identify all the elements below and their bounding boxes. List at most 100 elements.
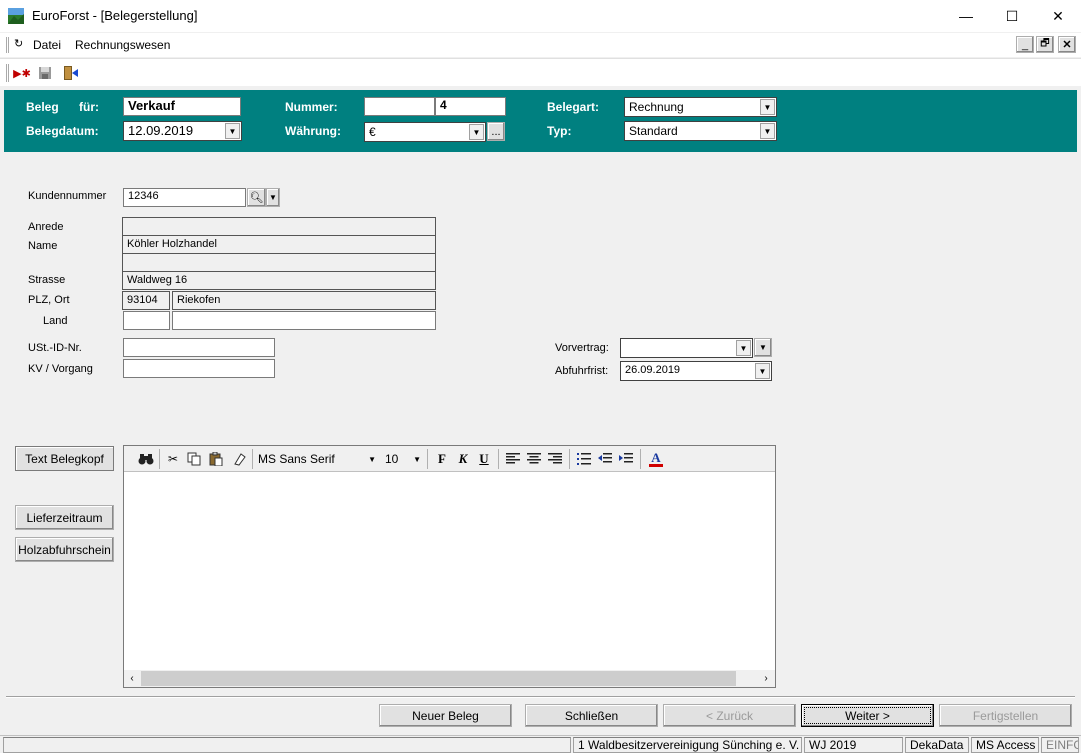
ust-id-label: USt.-ID-Nr. xyxy=(28,342,82,354)
kv-vorgang-field[interactable] xyxy=(123,359,275,378)
outdent-icon[interactable] xyxy=(596,450,614,468)
plz-ort-label: PLZ, Ort xyxy=(28,294,70,306)
belegart-select[interactable]: Rechnung ▼ xyxy=(624,97,777,117)
font-size-select[interactable]: 10 ▼ xyxy=(385,450,423,468)
vorvertrag-dropdown-button[interactable]: ▼ xyxy=(754,338,772,357)
chevron-down-icon[interactable]: ▼ xyxy=(736,340,751,356)
anrede-field xyxy=(122,217,436,236)
separator xyxy=(569,449,570,469)
text-belegkopf-button[interactable]: Text Belegkopf xyxy=(15,446,114,471)
fertigstellen-button[interactable]: Fertigstellen xyxy=(939,704,1072,727)
font-color-icon[interactable]: A xyxy=(647,450,665,468)
ust-id-field[interactable] xyxy=(123,338,275,357)
kv-vorgang-label: KV / Vorgang xyxy=(28,363,93,375)
land-code-field[interactable] xyxy=(123,311,170,330)
belegdatum-select[interactable]: 12.09.2019 ▼ xyxy=(123,121,242,141)
mdi-close-button[interactable]: ✕ xyxy=(1058,36,1076,53)
zurueck-button[interactable]: < Zurück xyxy=(663,704,796,727)
belegdatum-value: 12.09.2019 xyxy=(128,123,194,138)
chevron-down-icon[interactable]: ▼ xyxy=(760,99,775,115)
separator xyxy=(252,449,253,469)
waehrung-more-button[interactable]: ... xyxy=(487,122,505,141)
waehrung-value: € xyxy=(369,125,376,139)
scroll-left-icon[interactable]: ‹ xyxy=(126,672,138,685)
align-right-icon[interactable] xyxy=(546,450,564,468)
underline-button[interactable]: U xyxy=(475,450,493,468)
menu-datei[interactable]: Datei xyxy=(33,38,61,52)
align-center-icon[interactable] xyxy=(525,450,543,468)
cut-icon[interactable]: ✂ xyxy=(164,450,182,468)
toolbar: ▶✱ xyxy=(0,58,1081,86)
exit-icon[interactable] xyxy=(62,64,80,82)
abfuhrfrist-select[interactable]: 26.09.2019 ▼ xyxy=(620,361,772,381)
editor-toolbar: ✂ MS Sans Serif ▼ 10 ▼ F K U A xyxy=(124,446,775,472)
rich-text-editor[interactable]: ✂ MS Sans Serif ▼ 10 ▼ F K U A ‹ › xyxy=(123,445,776,688)
menu-bar: ↻ Datei Rechnungswesen _ 🗗 ✕ xyxy=(0,33,1081,57)
binoculars-icon[interactable] xyxy=(137,450,155,468)
divider xyxy=(6,696,1075,698)
name2-field xyxy=(122,253,436,272)
separator xyxy=(159,449,160,469)
lieferzeitraum-button[interactable]: Lieferzeitraum xyxy=(15,505,114,530)
font-family-value: MS Sans Serif xyxy=(258,452,335,466)
separator xyxy=(498,449,499,469)
bullet-list-icon[interactable] xyxy=(575,450,593,468)
menu-grip xyxy=(6,37,9,53)
eraser-icon[interactable] xyxy=(230,450,248,468)
nummer-field[interactable]: 4 xyxy=(435,97,506,116)
copy-icon[interactable] xyxy=(185,450,203,468)
strasse-label: Strasse xyxy=(28,274,66,286)
beleg-header-panel: Beleg für: Verkauf Belegdatum: 12.09.201… xyxy=(4,90,1077,152)
close-button[interactable]: ✕ xyxy=(1035,0,1081,32)
status-database: DekaData xyxy=(905,737,969,753)
toolbar-grip xyxy=(6,64,9,82)
waehrung-select[interactable]: € ▼ xyxy=(364,122,486,142)
status-empty xyxy=(3,737,571,753)
chevron-down-icon[interactable]: ▼ xyxy=(469,124,484,140)
belegart-value: Rechnung xyxy=(629,100,684,114)
save-icon[interactable] xyxy=(36,64,54,82)
typ-select[interactable]: Standard ▼ xyxy=(624,121,777,141)
search-icon[interactable]: 🔍︎ xyxy=(247,188,266,207)
scroll-right-icon[interactable]: › xyxy=(760,672,772,685)
kundennummer-field[interactable]: 12346 xyxy=(123,188,246,207)
horizontal-scrollbar[interactable]: ‹ › xyxy=(124,670,775,687)
land-field[interactable] xyxy=(172,311,436,330)
indent-icon[interactable] xyxy=(617,450,635,468)
chevron-down-icon[interactable]: ▼ xyxy=(225,123,240,139)
editor-content[interactable] xyxy=(128,476,768,666)
chevron-down-icon: ▼ xyxy=(413,454,421,464)
minimize-button[interactable]: — xyxy=(943,0,989,32)
bold-button[interactable]: F xyxy=(433,450,451,468)
chevron-down-icon[interactable]: ▼ xyxy=(266,188,280,207)
mdi-restore-button[interactable]: 🗗 xyxy=(1036,36,1054,53)
paste-icon[interactable] xyxy=(207,450,225,468)
vorvertrag-select[interactable]: ▼ xyxy=(620,338,753,358)
chevron-down-icon[interactable]: ▼ xyxy=(760,123,775,139)
menu-rechnungswesen[interactable]: Rechnungswesen xyxy=(75,38,170,52)
font-family-select[interactable]: MS Sans Serif ▼ xyxy=(258,450,382,468)
abfuhrfrist-label: Abfuhrfrist: xyxy=(555,365,609,377)
chevron-down-icon[interactable]: ▼ xyxy=(755,363,770,379)
mdi-document-icon: ↻ xyxy=(14,38,24,50)
typ-value: Standard xyxy=(629,124,678,138)
separator xyxy=(427,449,428,469)
scrollbar-thumb[interactable] xyxy=(141,671,736,686)
chevron-down-icon: ▼ xyxy=(368,454,376,464)
maximize-button[interactable]: ☐ xyxy=(989,0,1035,32)
status-wj: WJ 2019 xyxy=(804,737,903,753)
align-left-icon[interactable] xyxy=(504,450,522,468)
weiter-button[interactable]: Weiter > xyxy=(801,704,934,727)
new-icon[interactable]: ▶✱ xyxy=(13,64,31,82)
neuer-beleg-button[interactable]: Neuer Beleg xyxy=(379,704,512,727)
kundennummer-label: Kundennummer xyxy=(28,190,107,202)
italic-button[interactable]: K xyxy=(454,450,472,468)
mdi-minimize-button[interactable]: _ xyxy=(1016,36,1034,53)
window-title: EuroForst - [Belegerstellung] xyxy=(32,8,198,23)
app-logo-icon xyxy=(8,8,24,24)
nummer-prefix-field[interactable] xyxy=(364,97,435,116)
holzabfuhrschein-button[interactable]: Holzabfuhrschein xyxy=(15,537,114,562)
beleg-fuer-field[interactable]: Verkauf xyxy=(123,97,241,116)
status-bar: 1 Waldbesitzervereinigung Sünching e. V.… xyxy=(0,735,1081,753)
schliessen-button[interactable]: Schließen xyxy=(525,704,658,727)
